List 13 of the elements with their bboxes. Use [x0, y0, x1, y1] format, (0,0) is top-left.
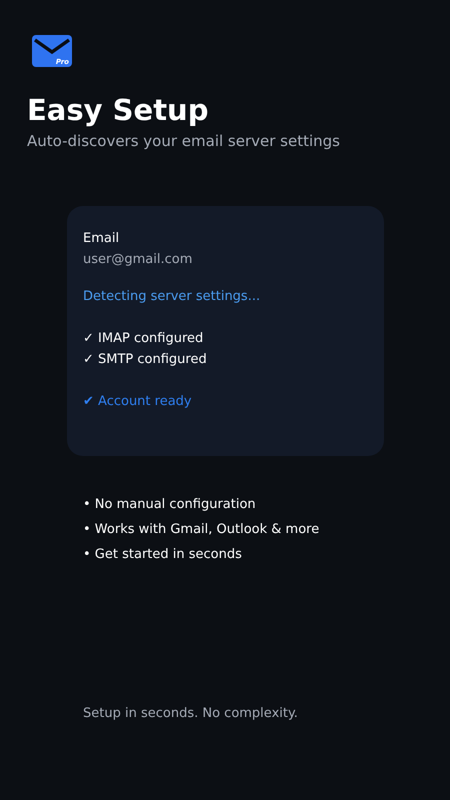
- status-text: Detecting server settings...: [83, 289, 262, 305]
- step-text: ✓ SMTP configured: [83, 352, 208, 368]
- footer-text: Setup in seconds. No complexity.: [83, 706, 299, 721]
- feature-item: • Get started in seconds: [83, 547, 243, 563]
- feature-item: • Works with Gmail, Outlook & more: [83, 522, 320, 538]
- step-text: ✓ IMAP configured: [83, 331, 204, 347]
- field-value: user@gmail.com: [83, 252, 194, 268]
- page-title: Easy Setup: [27, 92, 210, 128]
- feature-item: • No manual configuration: [83, 497, 257, 513]
- envelope-icon: [32, 34, 72, 68]
- page-subtitle: Auto-discovers your email server settings: [27, 132, 342, 150]
- field-label: Email: [83, 231, 120, 247]
- done-text: ✔ Account ready: [83, 394, 193, 410]
